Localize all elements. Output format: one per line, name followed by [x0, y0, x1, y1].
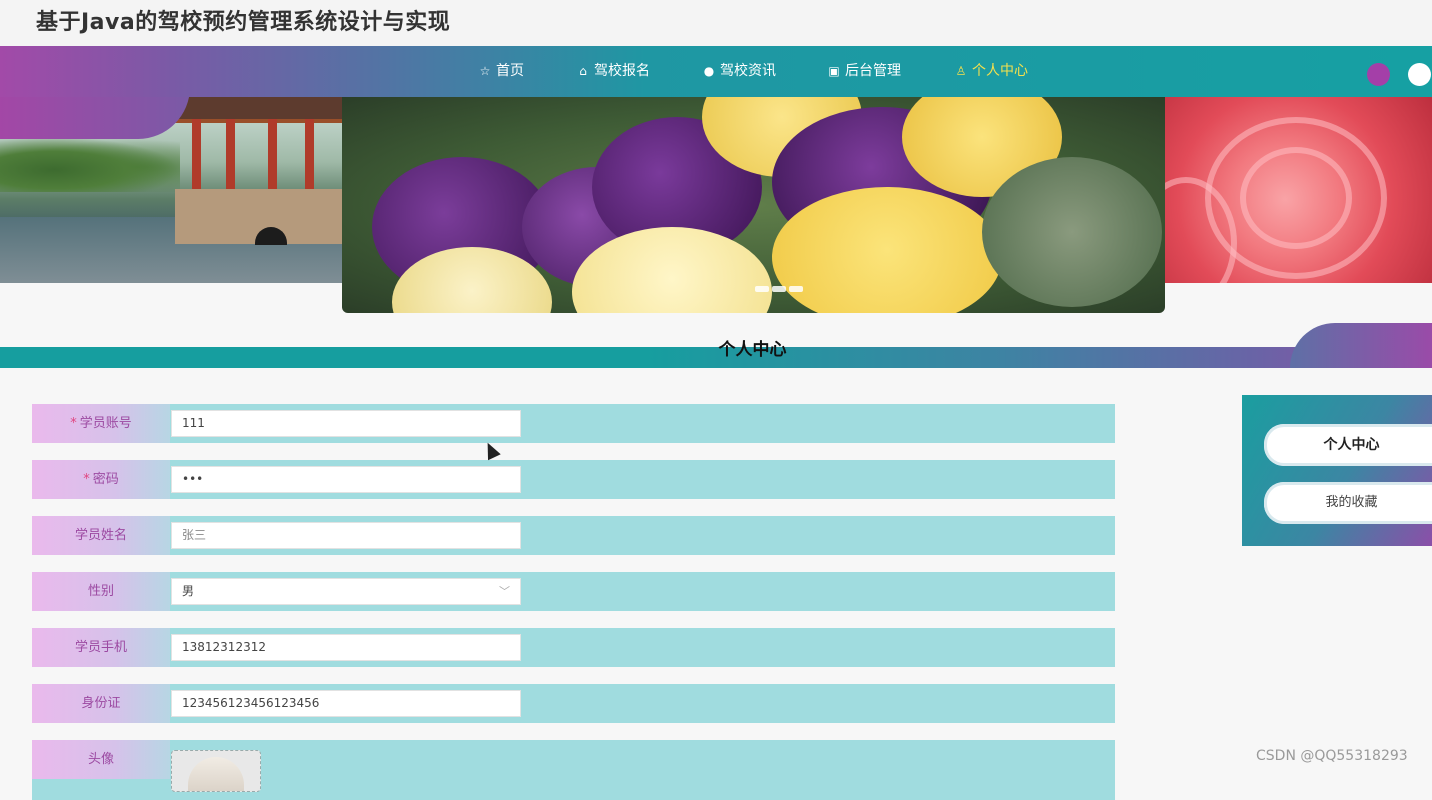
chevron-down-icon: ﹀ — [499, 585, 510, 598]
form-row-account: * 学员账号 111 — [32, 404, 1115, 443]
bag-icon: ⌂ — [579, 64, 587, 78]
form-row-phone: 学员手机 13812312312 — [32, 628, 1115, 667]
field-label: 学员手机 — [32, 628, 170, 667]
briefcase-icon: ▣ — [828, 64, 840, 78]
info-icon: ● — [703, 64, 715, 78]
nav-item-label: 驾校资讯 — [720, 63, 776, 79]
field-label: 头像 — [32, 740, 170, 779]
nav-item-home[interactable]: ☆ 首页 — [478, 46, 524, 97]
field-label: * 学员账号 — [32, 404, 170, 443]
carousel-slide-current[interactable] — [342, 97, 1165, 313]
gender-select-value: 男 — [182, 584, 195, 598]
site-title: 基于Java的驾校预约管理系统设计与实现 — [36, 10, 451, 35]
form-row-idcard: 身份证 123456123456123456 — [32, 684, 1115, 723]
main-nav: ☆ 首页 ⌂ 驾校报名 ● 驾校资讯 ▣ 后台管理 ♙ 个人中心 — [0, 46, 1432, 97]
carousel-dot[interactable] — [789, 286, 803, 292]
field-label: * 密码 — [32, 460, 170, 499]
leaf-decor — [982, 157, 1162, 307]
carousel-dot[interactable] — [755, 286, 769, 292]
pillar-decor — [305, 119, 314, 189]
required-mark: * — [70, 416, 77, 431]
user-icon: ♙ — [955, 64, 967, 78]
title-bar: 基于Java的驾校预约管理系统设计与实现 — [0, 0, 1432, 46]
gender-select[interactable]: 男 ﹀ — [171, 578, 521, 605]
form-row-avatar: 头像 — [32, 740, 1115, 800]
nav-item-label: 驾校报名 — [594, 63, 650, 79]
carousel-indicators[interactable] — [755, 277, 806, 296]
side-menu-favorites[interactable]: 我的收藏 — [1264, 482, 1432, 524]
theme-dot-white[interactable] — [1408, 63, 1431, 86]
pillar-decor — [268, 119, 277, 189]
nav-item-news[interactable]: ● 驾校资讯 — [702, 46, 776, 97]
side-menu: 个人中心 我的收藏 — [1242, 395, 1432, 546]
form-row-name: 学员姓名 张三 — [32, 516, 1115, 555]
nav-item-label: 个人中心 — [972, 63, 1028, 79]
field-label: 学员姓名 — [32, 516, 170, 555]
carousel-slide-next[interactable] — [1165, 97, 1432, 283]
trees-decor — [0, 137, 180, 192]
theme-dot-purple[interactable] — [1367, 63, 1390, 86]
nav-item-label: 首页 — [496, 63, 524, 79]
idcard-input[interactable]: 123456123456123456 — [171, 690, 521, 717]
rose-decor — [1240, 147, 1352, 249]
field-label: 性别 — [32, 572, 170, 611]
form-row-password: * 密码 ••• — [32, 460, 1115, 499]
field-label-text: 学员账号 — [79, 416, 132, 431]
password-input[interactable]: ••• — [171, 466, 521, 493]
side-menu-profile[interactable]: 个人中心 — [1264, 424, 1432, 466]
field-label-text: 密码 — [92, 472, 119, 487]
pillar-decor — [226, 119, 235, 189]
banner-carousel — [0, 97, 1432, 315]
nav-item-admin[interactable]: ▣ 后台管理 — [827, 46, 901, 97]
nav-item-label: 后台管理 — [845, 63, 901, 79]
section-header: 个人中心 — [0, 315, 1432, 371]
watermark: CSDN @QQ55318293 — [1256, 748, 1408, 764]
name-input[interactable]: 张三 — [171, 522, 521, 549]
phone-input[interactable]: 13812312312 — [171, 634, 521, 661]
purple-corner-decor — [0, 97, 190, 139]
pillar-decor — [192, 119, 201, 189]
field-label: 身份证 — [32, 684, 170, 723]
form-row-gender: 性别 男 ﹀ — [32, 572, 1115, 611]
carousel-dot[interactable] — [772, 286, 786, 292]
account-input[interactable]: 111 — [171, 410, 521, 437]
nav-item-profile[interactable]: ♙ 个人中心 — [954, 46, 1028, 97]
required-mark: * — [83, 472, 90, 487]
nav-item-registration[interactable]: ⌂ 驾校报名 — [576, 46, 650, 97]
carousel-slide-prev[interactable] — [0, 97, 343, 283]
star-icon: ☆ — [479, 64, 491, 78]
avatar-upload[interactable] — [171, 750, 261, 792]
page-title: 个人中心 — [718, 340, 787, 360]
